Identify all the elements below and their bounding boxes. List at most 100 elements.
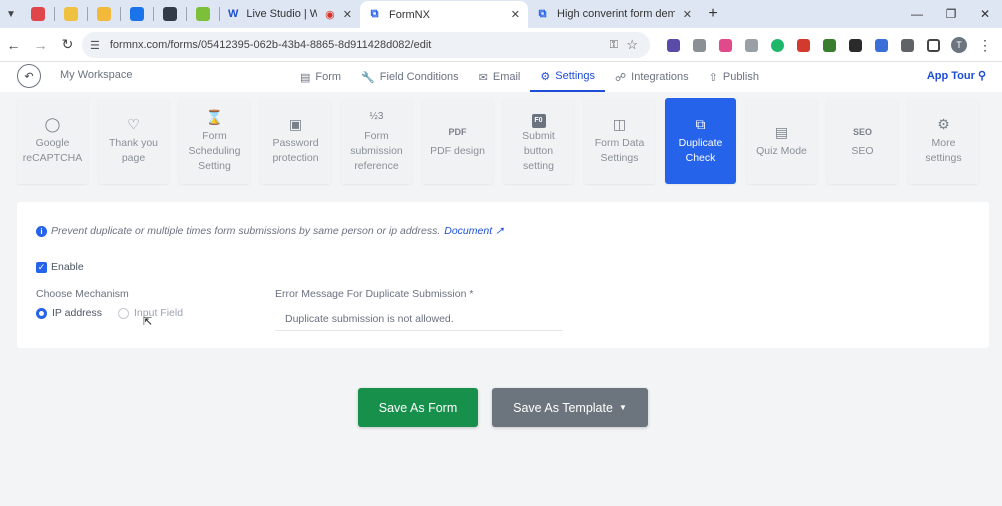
app-tour-link[interactable]: App Tour ⚲ bbox=[927, 69, 986, 82]
radio-ip-address[interactable]: IP address bbox=[36, 307, 102, 319]
pinned-tab-1[interactable] bbox=[22, 0, 54, 28]
extension-3[interactable] bbox=[712, 28, 738, 62]
extension-icon bbox=[822, 38, 836, 52]
tab-list-chevron-icon[interactable]: ▼ bbox=[0, 0, 22, 28]
mouse-cursor-icon: ⇱ bbox=[143, 316, 153, 328]
password-key-icon[interactable]: ⚿ bbox=[610, 39, 618, 52]
card-label: Password protection bbox=[272, 137, 319, 164]
extension-7[interactable] bbox=[816, 28, 842, 62]
app-tour-label: App Tour bbox=[926, 70, 975, 82]
radio-label: IP address bbox=[52, 307, 103, 319]
card-label: Form Scheduling Setting bbox=[188, 129, 241, 172]
extension-5[interactable] bbox=[764, 28, 790, 62]
checkbox-checked-icon[interactable]: ✓ bbox=[36, 261, 47, 273]
extension-6[interactable] bbox=[790, 28, 816, 62]
formnx-favicon-icon: ⧉ bbox=[370, 8, 379, 20]
card-label: Form Data Settings bbox=[594, 137, 645, 164]
profile-avatar[interactable]: T bbox=[946, 28, 972, 62]
tab-integrations[interactable]: ☍ Integrations bbox=[605, 62, 699, 92]
close-window-icon[interactable]: ✕ bbox=[968, 0, 1002, 28]
close-tab-icon[interactable]: ✕ bbox=[343, 8, 352, 21]
formnx-favicon-icon: ⧉ bbox=[538, 7, 547, 20]
close-tab-icon[interactable]: ✕ bbox=[683, 8, 692, 21]
tab-publish[interactable]: ⇧ Publish bbox=[699, 62, 769, 92]
tab-label: Form bbox=[315, 71, 342, 83]
pinned-tab-4[interactable] bbox=[121, 0, 153, 28]
extension-9[interactable] bbox=[868, 28, 894, 62]
tab-label: Integrations bbox=[631, 71, 689, 83]
card-pdf-design[interactable]: PDF PDF design bbox=[422, 98, 493, 184]
card-submit-button-setting[interactable]: F0 Submit button setting bbox=[503, 98, 574, 184]
hourglass-icon: ⌛ bbox=[205, 108, 224, 125]
radio-label: Input Field bbox=[134, 307, 184, 319]
pinned-tab-3[interactable] bbox=[88, 0, 120, 28]
avatar: T bbox=[951, 37, 967, 53]
tab-email[interactable]: ✉ Email bbox=[469, 62, 531, 92]
extension-2[interactable] bbox=[686, 28, 712, 62]
record-icon: ◉ bbox=[325, 8, 335, 21]
tab-title: Live Studio | Wave.video bbox=[246, 8, 318, 20]
card-password-protection[interactable]: ▣ Password protection bbox=[260, 98, 331, 184]
browser-tab-formnx[interactable]: ⧉ FormNX ✕ bbox=[360, 1, 528, 28]
card-label: Thank you page bbox=[108, 137, 159, 164]
tab-field-conditions[interactable]: 🔧 Field Conditions bbox=[351, 62, 469, 92]
document-link-label: Document bbox=[444, 225, 493, 237]
new-tab-button[interactable]: + bbox=[700, 5, 726, 23]
extensions-puzzle-icon[interactable] bbox=[894, 28, 920, 62]
extension-1[interactable] bbox=[660, 28, 686, 62]
mechanism-radio-group: IP address Input Field bbox=[36, 307, 199, 319]
pinned-tab-5[interactable] bbox=[154, 0, 186, 28]
tab-settings[interactable]: ⚙ Settings bbox=[530, 62, 606, 92]
close-tab-icon[interactable]: ✕ bbox=[511, 8, 520, 21]
side-panel-icon[interactable] bbox=[920, 28, 946, 62]
browser-tab-wave[interactable]: W Live Studio | Wave.video ◉ ✕ bbox=[220, 0, 360, 28]
extension-4[interactable] bbox=[738, 28, 764, 62]
card-google-recaptcha[interactable]: ◯ Google reCAPTCHA bbox=[17, 98, 88, 184]
maximize-icon[interactable]: ❐ bbox=[934, 0, 968, 28]
card-seo[interactable]: SEO SEO bbox=[827, 98, 898, 184]
card-duplicate-check[interactable]: ⧉ Duplicate Check bbox=[665, 98, 736, 184]
enable-label: Enable bbox=[51, 261, 84, 273]
reload-icon[interactable]: ↻ bbox=[54, 28, 81, 62]
forward-arrow-icon[interactable]: → bbox=[27, 28, 54, 62]
mail-icon: ✉ bbox=[478, 71, 488, 84]
address-bar[interactable]: ☰ formnx.com/forms/05412395-062b-43b4-88… bbox=[82, 32, 650, 58]
radio-unselected-icon[interactable] bbox=[118, 307, 130, 319]
puzzle-icon bbox=[900, 38, 914, 52]
radio-selected-icon[interactable] bbox=[36, 307, 47, 319]
numbering-icon: ½3 bbox=[369, 110, 384, 122]
save-as-form-button[interactable]: Save As Form bbox=[358, 388, 478, 427]
card-label: Duplicate Check bbox=[678, 137, 723, 164]
card-label: PDF design bbox=[430, 144, 485, 157]
card-label: Google reCAPTCHA bbox=[22, 137, 83, 164]
browser-menu-icon[interactable]: ⋮ bbox=[972, 28, 998, 62]
error-message-field[interactable]: Duplicate submission is not allowed. bbox=[275, 307, 563, 331]
tab-form[interactable]: ▤ Form bbox=[290, 62, 351, 92]
site-info-icon[interactable]: ☰ bbox=[90, 39, 100, 52]
info-message: i Prevent duplicate or multiple times fo… bbox=[36, 225, 504, 237]
url-text[interactable]: formnx.com/forms/05412395-062b-43b4-8865… bbox=[110, 39, 431, 51]
bookmark-star-icon[interactable]: ☆ bbox=[626, 37, 638, 53]
arrow-app-icon bbox=[130, 7, 144, 21]
pinned-tab-6[interactable] bbox=[187, 0, 219, 28]
enable-checkbox[interactable]: ✓ Enable bbox=[36, 261, 84, 273]
card-quiz-mode[interactable]: ▤ Quiz Mode bbox=[746, 98, 817, 184]
browser-tab-demo[interactable]: ⧉ High converint form demo - Fo ✕ bbox=[528, 0, 700, 28]
pinned-tab-2[interactable] bbox=[55, 0, 87, 28]
document-link[interactable]: Document ↗ bbox=[444, 225, 504, 237]
card-thank-you-page[interactable]: ♡ Thank you page bbox=[98, 98, 169, 184]
gift-icon bbox=[31, 7, 45, 21]
back-button[interactable]: ↶ bbox=[17, 64, 41, 88]
card-form-data-settings[interactable]: ◫ Form Data Settings bbox=[584, 98, 655, 184]
minimize-icon[interactable]: — bbox=[900, 0, 934, 28]
extension-8[interactable] bbox=[842, 28, 868, 62]
browser-toolbar: ← → ↻ ☰ formnx.com/forms/05412395-062b-4… bbox=[0, 28, 1002, 62]
workspace-link[interactable]: My Workspace bbox=[60, 69, 133, 81]
card-form-submission-reference[interactable]: ½3 Form submission reference bbox=[341, 98, 412, 184]
back-arrow-icon[interactable]: ← bbox=[0, 28, 27, 62]
card-form-scheduling[interactable]: ⌛ Form Scheduling Setting bbox=[179, 98, 250, 184]
save-as-template-button[interactable]: Save As Template ▼ bbox=[492, 388, 648, 427]
card-more-settings[interactable]: ⚙ More settings bbox=[908, 98, 979, 184]
gear-icon: ⚙ bbox=[540, 70, 551, 83]
card-label: More settings bbox=[925, 137, 962, 164]
